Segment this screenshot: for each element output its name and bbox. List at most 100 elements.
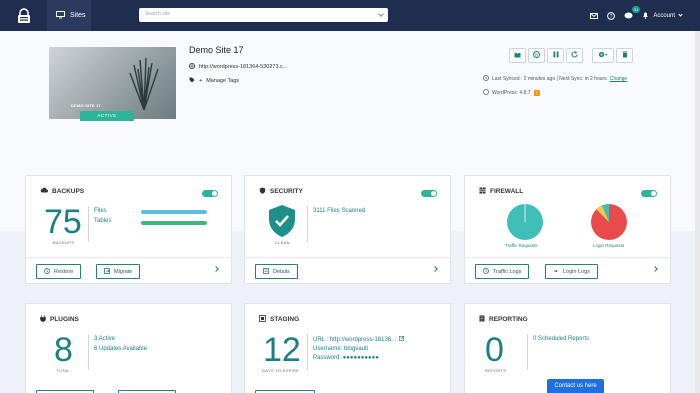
traffic-requests-pie <box>506 203 544 243</box>
backups-title: BACKUPS <box>40 187 84 195</box>
chevron-right-icon[interactable] <box>432 266 438 272</box>
page-scrollbar[interactable] <box>695 31 700 393</box>
help-icon[interactable]: ? <box>607 11 616 20</box>
security-title-text: SECURITY <box>270 188 303 195</box>
plugins-title-text: PLUGINS <box>50 316 79 323</box>
sync-text: Last Synced : 2 minutes ago | Next Sync:… <box>492 76 607 82</box>
staging-url-text: URL : http://wordpress-18136... <box>313 336 397 343</box>
plugins-count-label: TOTAL <box>56 368 71 373</box>
files-scanned-text: 3111 Files Scanned <box>313 208 366 214</box>
nav-sites[interactable]: Sites <box>47 0 91 31</box>
active-plugins-text: 3 Active <box>94 336 116 342</box>
status-badge: ACTIVE <box>80 111 134 121</box>
firewall-footer: Traffic Logs Login Logs <box>465 257 670 283</box>
mail-icon[interactable] <box>590 12 599 19</box>
manage-tags[interactable]: + Manage Tags <box>189 77 239 85</box>
staging-url[interactable]: URL : http://wordpress-18136... <box>313 336 405 343</box>
files-progress-track <box>141 210 207 214</box>
firewall-title: FIREWALL <box>479 187 523 196</box>
security-status-label: CLEAN <box>275 240 290 245</box>
chevron-right-icon[interactable] <box>213 266 219 272</box>
manage-tags-label: Manage Tags <box>206 78 240 84</box>
tables-progress-bar <box>141 221 207 225</box>
firewall-toggle[interactable] <box>641 190 657 197</box>
reporting-title-text: REPORTING <box>489 316 528 323</box>
trash-icon <box>622 51 628 60</box>
globe-icon <box>189 63 195 71</box>
reporting-title: REPORTING <box>479 315 528 324</box>
plugins-title: PLUGINS <box>40 315 79 324</box>
divider <box>307 206 308 242</box>
warning-icon[interactable]: ! <box>533 90 540 96</box>
refresh-icon <box>571 51 578 60</box>
firewall-card: FIREWALL Traffic Requests Login Requests… <box>464 175 671 284</box>
divider <box>527 334 528 370</box>
change-sync-link[interactable]: Change <box>610 76 628 82</box>
settings-dropdown-button[interactable] <box>592 48 614 63</box>
firewall-title-text: FIREWALL <box>490 188 524 195</box>
staging-password: Password: ●●●●●●●●●● <box>313 355 379 361</box>
reports-count: 0 <box>485 331 504 369</box>
plugins-card: PLUGINS 8 TOTAL 3 Active 6 Updates Avail… <box>25 303 232 393</box>
site-thumbnail[interactable]: DEMO SITE 17 <box>49 47 176 119</box>
details-label: Details <box>273 268 290 275</box>
staging-days-label: DAYS TO EXPIRE <box>262 368 300 373</box>
tables-progress-track <box>141 221 207 225</box>
tag-icon <box>189 77 195 85</box>
clean-shield-icon <box>267 204 297 240</box>
plugins-count: 8 <box>54 331 73 369</box>
restore-button[interactable]: Restore <box>36 264 82 279</box>
site-url[interactable]: http://wordpress-181364-530273.c... <box>189 63 287 71</box>
notification-badge: 31 <box>631 5 641 13</box>
top-navbar: Sites Search site ? 31 Account <box>0 0 700 31</box>
backups-toggle[interactable] <box>202 190 218 197</box>
site-url-text: http://wordpress-181364-530273.c... <box>199 64 288 70</box>
staging-username: Username: blogvault <box>313 346 369 352</box>
account-label: Account <box>653 12 675 19</box>
security-footer: Details <box>245 257 450 283</box>
plug-icon <box>40 315 46 324</box>
scheduled-reports-text: 0 Scheduled Reports <box>533 336 590 342</box>
site-name: Demo Site 17 <box>189 45 244 55</box>
security-toggle[interactable] <box>421 190 437 197</box>
chevron-down-icon <box>378 11 384 17</box>
sync-info: Last Synced : 2 minutes ago | Next Sync:… <box>483 75 627 83</box>
shield-icon <box>259 187 266 196</box>
delete-button[interactable] <box>616 48 633 63</box>
nav-sites-label: Sites <box>70 12 86 19</box>
list-icon <box>263 267 269 276</box>
chat-icon[interactable]: 31 <box>624 5 641 20</box>
backups-count: 75 <box>44 203 82 241</box>
pause-button[interactable] <box>547 48 564 63</box>
login-icon <box>553 268 559 276</box>
bell-icon <box>642 11 649 21</box>
login-logs-button[interactable]: Login Logs <box>545 264 598 279</box>
pause-icon <box>553 51 559 60</box>
external-link-icon <box>399 336 405 343</box>
contact-us-button[interactable]: Contact us here <box>547 379 604 393</box>
account-menu[interactable]: Account <box>642 11 683 21</box>
download-icon <box>514 51 521 60</box>
chevron-right-icon[interactable] <box>652 266 658 272</box>
chevron-down-icon <box>678 12 683 17</box>
wordpress-version-text: WordPress: 4.8.7 <box>492 90 531 96</box>
plus-icon: + <box>199 78 203 84</box>
divider <box>88 206 89 242</box>
wordpress-icon: W <box>533 51 540 60</box>
firewall-icon <box>479 187 486 196</box>
wordpress-admin-button[interactable]: W <box>528 48 545 63</box>
sync-button[interactable] <box>566 48 583 63</box>
details-button[interactable]: Details <box>255 264 298 279</box>
history-icon <box>44 267 50 276</box>
site-actions: W <box>509 48 633 63</box>
site-search-input[interactable]: Search site <box>139 8 388 22</box>
divider <box>307 334 308 370</box>
backup-now-button[interactable] <box>509 48 526 63</box>
migrate-label: Migrate <box>114 268 133 275</box>
backups-count-label: BACKUPS <box>53 240 75 245</box>
blogvault-logo[interactable] <box>0 0 47 31</box>
migrate-button[interactable]: Migrate <box>96 264 141 279</box>
divider <box>88 334 89 370</box>
security-card: SECURITY CLEAN 3111 Files Scanned Detail… <box>244 175 451 284</box>
traffic-logs-button[interactable]: Traffic Logs <box>475 264 530 279</box>
